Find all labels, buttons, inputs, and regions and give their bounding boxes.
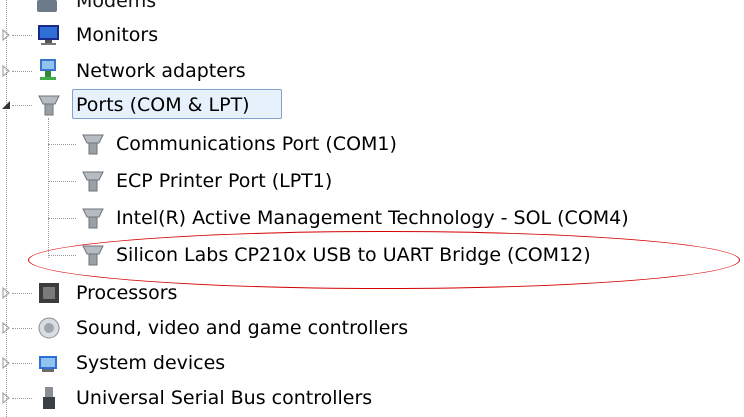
tree-connector [12,328,32,329]
tree-child-com12[interactable]: Silicon Labs CP210x USB to UART Bridge (… [0,238,744,272]
tree-child-com4[interactable]: Intel(R) Active Management Technology - … [0,201,744,235]
system-devices-icon [39,356,57,372]
usb-icon [43,387,55,409]
modem-icon [37,0,57,12]
tree-connector [12,293,32,294]
expand-arrow-icon[interactable] [0,28,12,42]
tree-item-label: Sound, video and game controllers [76,317,409,339]
tree-connector [12,71,32,72]
speaker-icon [38,317,60,339]
collapse-arrow-icon[interactable] [0,98,12,112]
tree-item-label: Processors [76,282,178,304]
tree-connector [12,105,32,106]
tree-child-lpt1[interactable]: ECP Printer Port (LPT1) [0,164,744,198]
tree-connector [12,363,32,364]
tree-child-com1[interactable]: Communications Port (COM1) [0,127,744,161]
tree-item-monitors[interactable]: Monitors [0,18,744,52]
tree-item-label: Universal Serial Bus controllers [76,387,373,409]
tree-item-label: Monitors [76,24,159,46]
tree-connector [12,398,32,399]
tree-item-network-adapters[interactable]: Network adapters [0,54,744,88]
tree-item-label: Silicon Labs CP210x USB to UART Bridge (… [116,244,591,266]
tree-connector [48,255,76,256]
tree-item-usb-controllers[interactable]: Universal Serial Bus controllers [0,381,744,415]
tree-item-sound-video-game[interactable]: Sound, video and game controllers [0,311,744,345]
monitor-icon [38,25,59,45]
tree-item-modems[interactable]: Modems [0,0,744,12]
tree-item-label: Ports (COM & LPT) [76,94,250,116]
port-icon [38,95,60,116]
port-icon [82,208,104,229]
tree-connector [48,144,76,145]
tree-item-system-devices[interactable]: System devices [0,346,744,380]
tree-item-label: ECP Printer Port (LPT1) [116,170,333,192]
tree-item-label: Network adapters [76,60,246,82]
tree-item-label: Modems [76,0,157,12]
port-icon [82,134,104,155]
tree-item-label: Communications Port (COM1) [116,133,397,155]
tree-item-label: System devices [76,352,226,374]
processor-icon [39,283,59,303]
tree-connector [48,181,76,182]
tree-item-label: Intel(R) Active Management Technology - … [116,207,629,229]
expand-arrow-icon[interactable] [0,286,12,300]
tree-item-ports[interactable]: Ports (COM & LPT) [0,88,744,122]
network-adapter-icon [40,59,56,80]
tree-connector [12,35,32,36]
port-icon [82,245,104,266]
tree-connector [48,218,76,219]
tree-item-processors[interactable]: Processors [0,276,744,310]
expand-arrow-icon[interactable] [0,391,12,405]
expand-arrow-icon[interactable] [0,321,12,335]
port-icon [82,171,104,192]
expand-arrow-icon[interactable] [0,64,12,78]
expand-arrow-icon[interactable] [0,356,12,370]
